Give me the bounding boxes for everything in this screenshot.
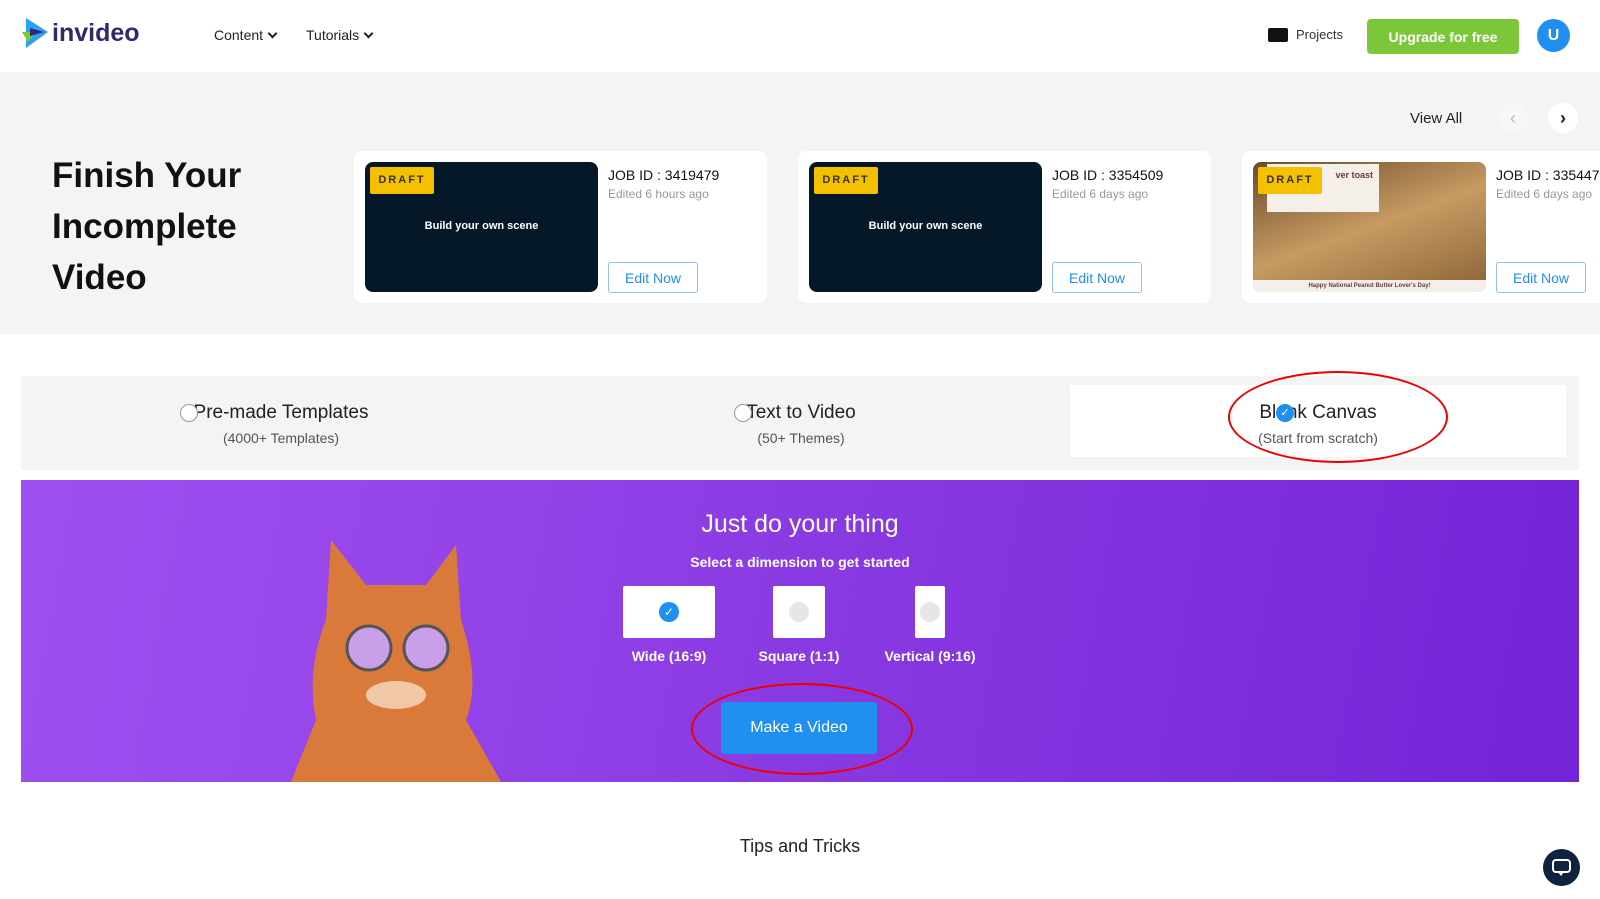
title-line: Video (52, 258, 147, 297)
view-all-link[interactable]: View All (1410, 110, 1462, 127)
nav-content-label: Content (214, 27, 264, 43)
logo-icon (22, 18, 48, 48)
dimension-label: Square (1:1) (758, 648, 840, 664)
top-nav: invideo Content Tutorials Projects Upgra… (0, 0, 1600, 72)
job-id: JOB ID : 3354509 (1052, 167, 1164, 183)
draft-card: DRAFT Build your own scene JOB ID : 33545… (798, 151, 1211, 303)
option-subtitle: (50+ Themes) (757, 430, 845, 446)
draft-thumbnail[interactable]: DRAFT Build your own scene (809, 162, 1042, 292)
panel-subtitle: Select a dimension to get started (690, 554, 910, 570)
edited-time: Edited 6 hours ago (608, 187, 709, 201)
draft-card: ver toast DRAFT Happy National Peanut Bu… (1242, 151, 1600, 303)
nav-content[interactable]: Content (214, 27, 278, 43)
option-subtitle: (4000+ Templates) (222, 430, 340, 446)
chat-icon[interactable] (1543, 849, 1580, 886)
edit-now-button[interactable]: Edit Now (1052, 262, 1142, 293)
scene-text: Build your own scene (424, 220, 539, 232)
prev-arrow-icon[interactable]: ‹ (1498, 103, 1528, 133)
avatar[interactable]: U (1537, 19, 1570, 52)
radio-dot (789, 602, 809, 622)
thumb-caption: Happy National Peanut Butter Lover's Day… (1253, 280, 1486, 292)
option-text-to-video[interactable]: Text to Video (50+ Themes) (541, 376, 1061, 470)
nav-tutorials[interactable]: Tutorials (306, 27, 374, 43)
draft-badge: DRAFT (1258, 167, 1322, 194)
draft-thumbnail[interactable]: DRAFT Build your own scene (365, 162, 598, 292)
projects-label: Projects (1296, 27, 1343, 42)
title-line: Incomplete (52, 207, 237, 246)
next-arrow-icon[interactable]: › (1548, 103, 1578, 133)
panel-title: Just do your thing (701, 510, 899, 538)
radio-button[interactable] (734, 404, 752, 422)
title-line: Finish Your (52, 156, 242, 195)
logo-text: invideo (52, 18, 140, 47)
upgrade-button[interactable]: Upgrade for free (1367, 19, 1519, 54)
edit-now-button[interactable]: Edit Now (608, 262, 698, 293)
dimension-label: Vertical (9:16) (884, 648, 976, 664)
option-title: Text to Video (746, 402, 856, 423)
job-id: JOB ID : 3419479 (608, 167, 720, 183)
blank-canvas-panel: Just do your thing Select a dimension to… (21, 480, 1579, 782)
dimension-vertical[interactable] (915, 586, 945, 638)
job-id: JOB ID : 335447 (1496, 167, 1600, 183)
highlight-circle (691, 683, 913, 775)
draft-thumbnail[interactable]: ver toast DRAFT Happy National Peanut Bu… (1253, 162, 1486, 292)
option-title: Pre-made Templates (193, 402, 369, 423)
chevron-down-icon (363, 28, 374, 39)
option-premade-templates[interactable]: Pre-made Templates (4000+ Templates) (21, 376, 541, 470)
folder-icon (1268, 27, 1288, 42)
edit-now-button[interactable]: Edit Now (1496, 262, 1586, 293)
projects-link[interactable]: Projects (1268, 27, 1343, 42)
scene-text: Build your own scene (868, 220, 983, 232)
tips-heading: Tips and Tricks (739, 836, 861, 856)
draft-badge: DRAFT (814, 167, 878, 194)
highlight-circle (1228, 371, 1448, 463)
cat-illustration (291, 540, 501, 782)
dimension-square[interactable] (773, 586, 825, 638)
chevron-down-icon (267, 28, 278, 39)
dimension-wide[interactable]: ✓ (623, 586, 715, 638)
drafts-title: Finish Your Incomplete Video (52, 150, 241, 303)
chat-bubble-icon (1552, 859, 1571, 876)
draft-card: DRAFT Build your own scene JOB ID : 34194… (354, 151, 767, 303)
radio-dot (920, 602, 940, 622)
edited-time: Edited 6 days ago (1052, 187, 1149, 201)
nav-tutorials-label: Tutorials (306, 27, 360, 43)
radio-button[interactable] (180, 404, 198, 422)
dimension-label: Wide (16:9) (631, 648, 707, 664)
logo[interactable]: invideo (22, 18, 140, 48)
check-icon: ✓ (659, 602, 679, 622)
draft-badge: DRAFT (370, 167, 434, 194)
edited-time: Edited 6 days ago (1496, 187, 1593, 201)
